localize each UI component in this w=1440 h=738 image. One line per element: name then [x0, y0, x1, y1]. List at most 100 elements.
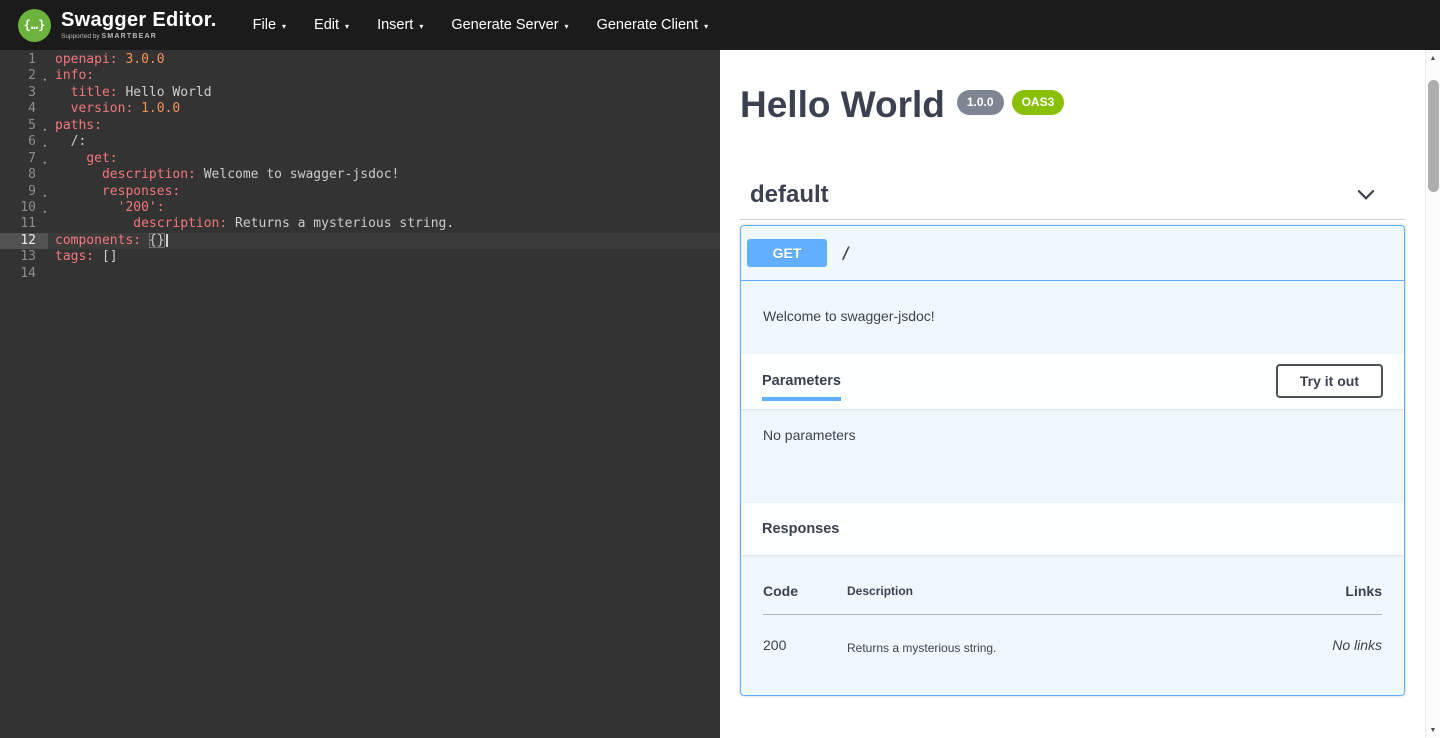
line-number: 3 — [0, 85, 48, 101]
code-token: responses: — [102, 184, 180, 199]
line-number: 10▾ — [0, 200, 48, 216]
editor-line-10[interactable]: 10▾ '200': — [0, 200, 720, 216]
oas3-badge: OAS3 — [1012, 90, 1065, 115]
code-token: Welcome to swagger-jsdoc! — [196, 167, 400, 182]
opblock-get: GET / Welcome to swagger-jsdoc! Paramete… — [740, 225, 1405, 696]
code-text: paths: — [48, 118, 102, 134]
code-token: 1.0.0 — [133, 101, 180, 116]
editor-line-14[interactable]: 14 — [0, 266, 720, 282]
line-number: 11 — [0, 216, 48, 232]
preview-content: Hello World 1.0.0 OAS3 default GET / Wel… — [720, 50, 1425, 696]
code-text: '200': — [48, 200, 165, 216]
caret-down-icon: ▾ — [565, 22, 569, 31]
code-token — [55, 167, 102, 182]
code-text — [48, 266, 55, 282]
editor-line-11[interactable]: 11 description: Returns a mysterious str… — [0, 216, 720, 232]
menu-label: Edit — [314, 17, 339, 33]
editor-line-13[interactable]: 13tags: [] — [0, 249, 720, 265]
line-number: 5▾ — [0, 118, 48, 134]
line-number: 7▾ — [0, 151, 48, 167]
editor-lines: 1openapi: 3.0.02▾info:3 title: Hello Wor… — [0, 50, 720, 282]
api-title: Hello World 1.0.0 OAS3 — [740, 86, 1405, 125]
caret-down-icon: ▾ — [419, 22, 423, 31]
code-text: /: — [48, 134, 86, 150]
line-number: 2▾ — [0, 68, 48, 84]
tab-parameters[interactable]: Parameters — [762, 373, 841, 389]
code-token: 3.0.0 — [118, 52, 165, 67]
menu-insert[interactable]: Insert ▾ — [363, 0, 437, 50]
logo-braces-glyph: {…} — [24, 18, 46, 32]
code-token — [55, 216, 133, 231]
code-token: title: — [71, 85, 118, 100]
scrollbar[interactable]: ▲ ▼ — [1425, 50, 1440, 738]
version-badge: 1.0.0 — [957, 90, 1004, 115]
menu-edit[interactable]: Edit▾ — [300, 0, 363, 50]
code-token: tags: — [55, 249, 94, 264]
editor-line-1[interactable]: 1openapi: 3.0.0 — [0, 52, 720, 68]
code-token: Hello World — [118, 85, 212, 100]
code-token: paths: — [55, 118, 102, 133]
text-cursor — [166, 234, 168, 247]
brand-subtitle-prefix: Supported by — [61, 33, 100, 40]
menu-label: File — [253, 17, 276, 33]
response-row: 200Returns a mysterious string.No links — [763, 614, 1382, 655]
line-number: 8 — [0, 167, 48, 183]
responses-table-wrapper: Code Description Links 200Returns a myst… — [741, 555, 1404, 695]
api-title-text: Hello World — [740, 86, 945, 125]
editor-line-9[interactable]: 9▾ responses: — [0, 184, 720, 200]
code-token — [141, 233, 149, 248]
code-token: '200': — [118, 200, 165, 215]
line-number: 14 — [0, 266, 48, 282]
responses-section-header: Responses — [741, 503, 1404, 555]
scroll-up-arrow-icon[interactable]: ▲ — [1426, 50, 1440, 66]
menu-label: Insert — [377, 17, 413, 33]
menu-label: Generate Server — [451, 17, 558, 33]
swagger-logo-icon: {…} — [18, 9, 51, 42]
code-editor[interactable]: 1openapi: 3.0.02▾info:3 title: Hello Wor… — [0, 50, 720, 738]
editor-line-4[interactable]: 4 version: 1.0.0 — [0, 101, 720, 117]
code-token — [55, 151, 86, 166]
menu-generate-server[interactable]: Generate Server ▾ — [437, 0, 582, 50]
brand-title: Swagger Editor. — [61, 10, 217, 30]
code-token: get: — [86, 151, 117, 166]
editor-line-12[interactable]: 12components: {} — [0, 233, 720, 249]
editor-line-5[interactable]: 5▾ paths: — [0, 118, 720, 134]
tag-name: default — [750, 181, 829, 209]
code-token — [55, 184, 102, 199]
code-token: {} — [149, 233, 165, 248]
code-text: components: {} — [48, 233, 168, 249]
code-text: description: Returns a mysterious string… — [48, 216, 454, 232]
opblock-summary[interactable]: GET / — [741, 226, 1404, 281]
line-number: 1 — [0, 52, 48, 68]
brand: Swagger Editor. Supported by SMARTBEAR — [61, 10, 217, 40]
caret-down-icon: ▾ — [282, 22, 286, 31]
menu-file[interactable]: File ▾ — [239, 0, 300, 50]
menu-generate-client[interactable]: Generate Client▾ — [583, 0, 723, 50]
swagger-editor-app: {…} Swagger Editor. Supported by SMARTBE… — [0, 0, 1440, 738]
col-header-code: Code — [763, 583, 847, 615]
parameters-section-header: Parameters Try it out — [741, 354, 1404, 409]
editor-line-3[interactable]: 3 title: Hello World — [0, 85, 720, 101]
tag-section-default[interactable]: default — [740, 181, 1405, 220]
try-it-out-button[interactable]: Try it out — [1276, 364, 1383, 398]
line-number: 6▾ — [0, 134, 48, 150]
editor-line-7[interactable]: 7▾ get: — [0, 151, 720, 167]
scroll-thumb[interactable] — [1428, 80, 1439, 192]
responses-title: Responses — [762, 521, 839, 537]
get-method-badge[interactable]: GET — [747, 239, 827, 267]
no-parameters-text: No parameters — [741, 409, 1404, 503]
editor-line-8[interactable]: 8 description: Welcome to swagger-jsdoc! — [0, 167, 720, 183]
code-token — [55, 85, 71, 100]
menu-bar: File▾Edit▾Insert▾Generate Server▾Generat… — [239, 0, 722, 50]
response-links: No links — [1248, 614, 1382, 655]
code-text: openapi: 3.0.0 — [48, 52, 165, 68]
editor-line-6[interactable]: 6▾ /: — [0, 134, 720, 150]
scroll-down-arrow-icon[interactable]: ▼ — [1426, 722, 1440, 738]
brand-subtitle: Supported by SMARTBEAR — [61, 33, 217, 40]
code-token: Returns a mysterious string. — [227, 216, 454, 231]
editor-line-2[interactable]: 2▾info: — [0, 68, 720, 84]
chevron-down-icon[interactable] — [1355, 184, 1377, 206]
code-text: get: — [48, 151, 118, 167]
line-number: 12 — [0, 233, 48, 249]
col-header-description: Description — [847, 583, 1248, 615]
